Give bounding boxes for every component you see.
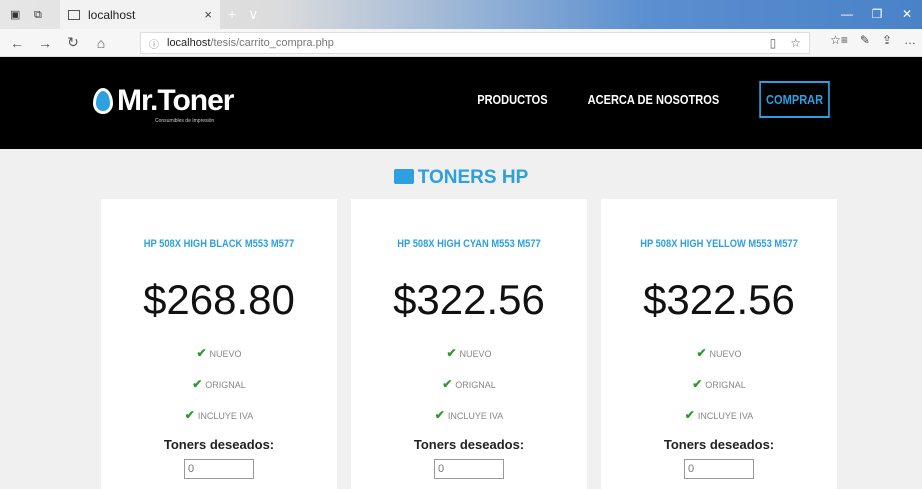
quantity-label: Toners deseados: bbox=[413, 437, 525, 452]
product-cards: HP 508X HIGH BLACK M553 M577 $268.80 ✔ NU… bbox=[101, 199, 837, 489]
check-icon: ✔ bbox=[696, 346, 707, 360]
favorites-list-icon[interactable]: ☆≡ bbox=[830, 33, 848, 47]
quantity-input[interactable] bbox=[184, 459, 254, 479]
restore-button[interactable]: ❐ bbox=[862, 0, 892, 29]
product-price: $322.56 bbox=[643, 276, 795, 323]
product-card: HP 508X HIGH CYAN M553 M577 $322.56 ✔ NUE… bbox=[351, 199, 587, 489]
info-icon[interactable]: ⓘ bbox=[149, 36, 159, 51]
feature-item: ✔ NUEVO bbox=[696, 346, 742, 360]
refresh-button[interactable]: ↻ bbox=[62, 34, 84, 51]
section-title-text: TONERS HP bbox=[417, 167, 529, 188]
url-path: /tesis/carrito_compra.php bbox=[210, 37, 334, 49]
check-icon: ✔ bbox=[196, 346, 207, 360]
forward-button[interactable]: → bbox=[34, 35, 56, 51]
check-icon: ✔ bbox=[684, 408, 695, 422]
url-field[interactable]: ⓘ localhost /tesis/carrito_compra.php ▯ … bbox=[140, 32, 810, 54]
feature-item: ✔ INCLUYE IVA bbox=[434, 408, 504, 422]
quantity-input[interactable] bbox=[684, 459, 754, 479]
feature-item: ✔ ORIGNAL bbox=[442, 377, 496, 391]
new-tab-button[interactable]: + bbox=[228, 6, 236, 23]
page-icon bbox=[68, 9, 80, 20]
close-window-button[interactable]: ✕ bbox=[892, 0, 922, 29]
reading-view-icon[interactable]: ▯ bbox=[770, 36, 777, 50]
brand-tagline: Consumibles de Impresión bbox=[155, 118, 215, 124]
back-button[interactable]: ← bbox=[6, 35, 28, 51]
address-bar-row: ← → ↻ ⌂ ⓘ localhost /tesis/carrito_compr… bbox=[0, 29, 922, 57]
product-name[interactable]: HP 508X HIGH CYAN M553 M577 bbox=[369, 238, 570, 250]
product-price: $268.80 bbox=[143, 276, 295, 323]
product-card: HP 508X HIGH YELLOW M553 M577 $322.56 ✔ N… bbox=[601, 199, 837, 489]
feature-item: ✔ ORIGNAL bbox=[192, 377, 246, 391]
minimize-button[interactable]: — bbox=[832, 0, 862, 29]
product-name[interactable]: HP 508X HIGH BLACK M553 M577 bbox=[119, 238, 320, 250]
feature-item: ✔ INCLUYE IVA bbox=[184, 408, 254, 422]
product-card: HP 508X HIGH BLACK M553 M577 $268.80 ✔ NU… bbox=[101, 199, 337, 489]
check-icon: ✔ bbox=[446, 346, 457, 360]
nav-productos[interactable]: PRODUCTOS bbox=[477, 92, 547, 107]
product-price: $322.56 bbox=[393, 276, 545, 323]
check-icon: ✔ bbox=[442, 377, 453, 391]
check-icon: ✔ bbox=[692, 377, 703, 391]
tab-close-button[interactable]: × bbox=[204, 7, 212, 22]
share-icon[interactable]: ⇪ bbox=[882, 33, 892, 47]
check-icon: ✔ bbox=[192, 377, 203, 391]
browser-tab[interactable]: localhost × bbox=[60, 0, 220, 29]
site-header: Mr.Toner Consumibles de Impresión PRODUC… bbox=[0, 57, 922, 149]
favorite-star-icon[interactable]: ☆ bbox=[790, 36, 801, 50]
tab-menu-button[interactable]: ∨ bbox=[248, 6, 258, 23]
quantity-label: Toners deseados: bbox=[163, 437, 275, 452]
quantity-label: Toners deseados: bbox=[663, 437, 775, 452]
feature-item: ✔ NUEVO bbox=[196, 346, 242, 360]
feature-item: ✔ ORIGNAL bbox=[692, 377, 746, 391]
more-icon[interactable]: … bbox=[904, 33, 916, 47]
tabs-aside-icon[interactable]: ⧉ bbox=[34, 9, 48, 21]
product-name[interactable]: HP 508X HIGH YELLOW M553 M577 bbox=[619, 238, 820, 250]
tab-set-aside-icon[interactable]: ▣ bbox=[10, 9, 24, 21]
check-icon: ✔ bbox=[184, 408, 195, 422]
feature-item: ✔ INCLUYE IVA bbox=[684, 408, 754, 422]
brand-name: Mr.Toner bbox=[117, 84, 234, 117]
url-host: localhost bbox=[167, 37, 211, 49]
home-button[interactable]: ⌂ bbox=[90, 35, 112, 51]
tab-title: localhost bbox=[88, 7, 136, 22]
ink-drop-icon bbox=[93, 88, 113, 114]
nav-acerca[interactable]: ACERCA DE NOSOTROS bbox=[588, 92, 720, 107]
printer-icon bbox=[393, 169, 414, 184]
main-nav: PRODUCTOS ACERCA DE NOSOTROS COMPRAR bbox=[471, 81, 836, 118]
feature-item: ✔ NUEVO bbox=[446, 346, 492, 360]
check-icon: ✔ bbox=[434, 408, 445, 422]
browser-tab-bar: ▣ ⧉ localhost × + ∨ — ❐ ✕ bbox=[0, 0, 922, 29]
logo[interactable]: Mr.Toner Consumibles de Impresión bbox=[93, 84, 234, 124]
quantity-input[interactable] bbox=[434, 459, 504, 479]
nav-comprar-button[interactable]: COMPRAR bbox=[759, 81, 830, 118]
section-title: TONERS HP bbox=[0, 167, 922, 189]
pen-icon[interactable]: ✎ bbox=[860, 33, 870, 47]
